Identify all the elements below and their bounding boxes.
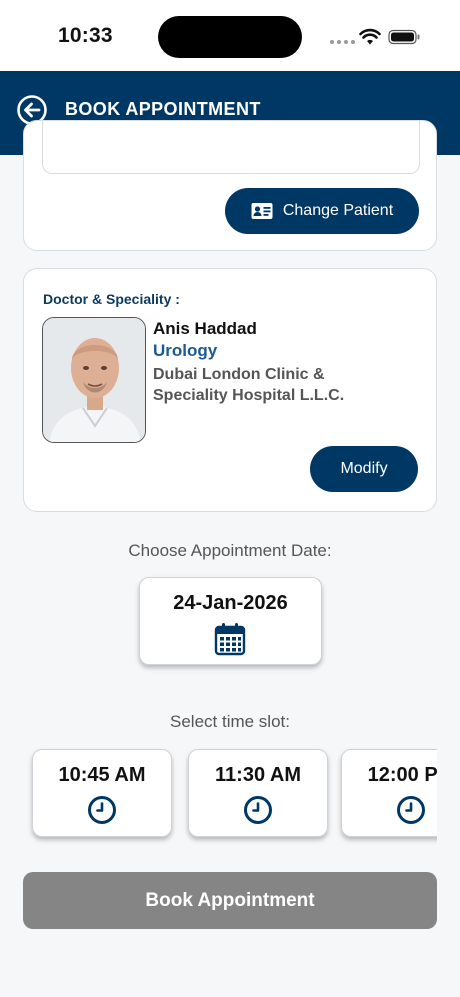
- time-slot-scroller[interactable]: 10:45 AM 11:30 AM 12:00 PM: [23, 745, 437, 845]
- clock-icon: [244, 796, 272, 824]
- doctor-section-label: Doctor & Speciality :: [43, 291, 180, 307]
- doctor-card: Doctor & Speciality : Anis Haddad Urolog…: [23, 268, 437, 512]
- doctor-photo: [42, 317, 146, 443]
- time-slot[interactable]: 11:30 AM: [188, 749, 328, 837]
- doctor-name: Anis Haddad: [153, 319, 257, 338]
- patient-info-field: [42, 121, 420, 174]
- calendar-icon: [214, 623, 246, 656]
- time-slot-label: 10:45 AM: [58, 764, 146, 786]
- battery-icon: [388, 29, 420, 45]
- id-card-icon: [251, 203, 273, 219]
- status-time: 10:33: [58, 24, 113, 47]
- book-appointment-button[interactable]: Book Appointment: [23, 872, 437, 929]
- page-title: BOOK APPOINTMENT: [65, 99, 261, 119]
- time-slot[interactable]: 12:00 PM: [341, 749, 437, 837]
- wifi-icon: [359, 28, 381, 45]
- time-slot-label: 12:00 PM: [367, 764, 437, 786]
- patient-card: Change Patient: [23, 120, 437, 251]
- doctor-hospital: Dubai London Clinic & Speciality Hospita…: [153, 366, 345, 404]
- dynamic-island: [158, 16, 302, 58]
- time-slot[interactable]: 10:45 AM: [32, 749, 172, 837]
- time-slot-prompt: Select time slot:: [170, 712, 290, 731]
- doctor-speciality: Urology: [153, 341, 218, 360]
- book-appointment-screen: 10:33 BOOK APPOINTMENT Change Patient Do…: [0, 0, 460, 997]
- selected-date: 24-Jan-2026: [173, 592, 288, 614]
- change-patient-button[interactable]: Change Patient: [225, 188, 419, 234]
- clock-icon: [397, 796, 425, 824]
- status-bar: 10:33: [0, 0, 460, 71]
- change-patient-label: Change Patient: [282, 202, 394, 219]
- date-picker[interactable]: 24-Jan-2026: [139, 577, 322, 665]
- date-prompt: Choose Appointment Date:: [128, 541, 332, 560]
- modify-doctor-button[interactable]: Modify: [310, 446, 418, 492]
- clock-icon: [88, 796, 116, 824]
- time-slot-label: 11:30 AM: [215, 764, 301, 786]
- cellular-signal-icon: [330, 40, 355, 44]
